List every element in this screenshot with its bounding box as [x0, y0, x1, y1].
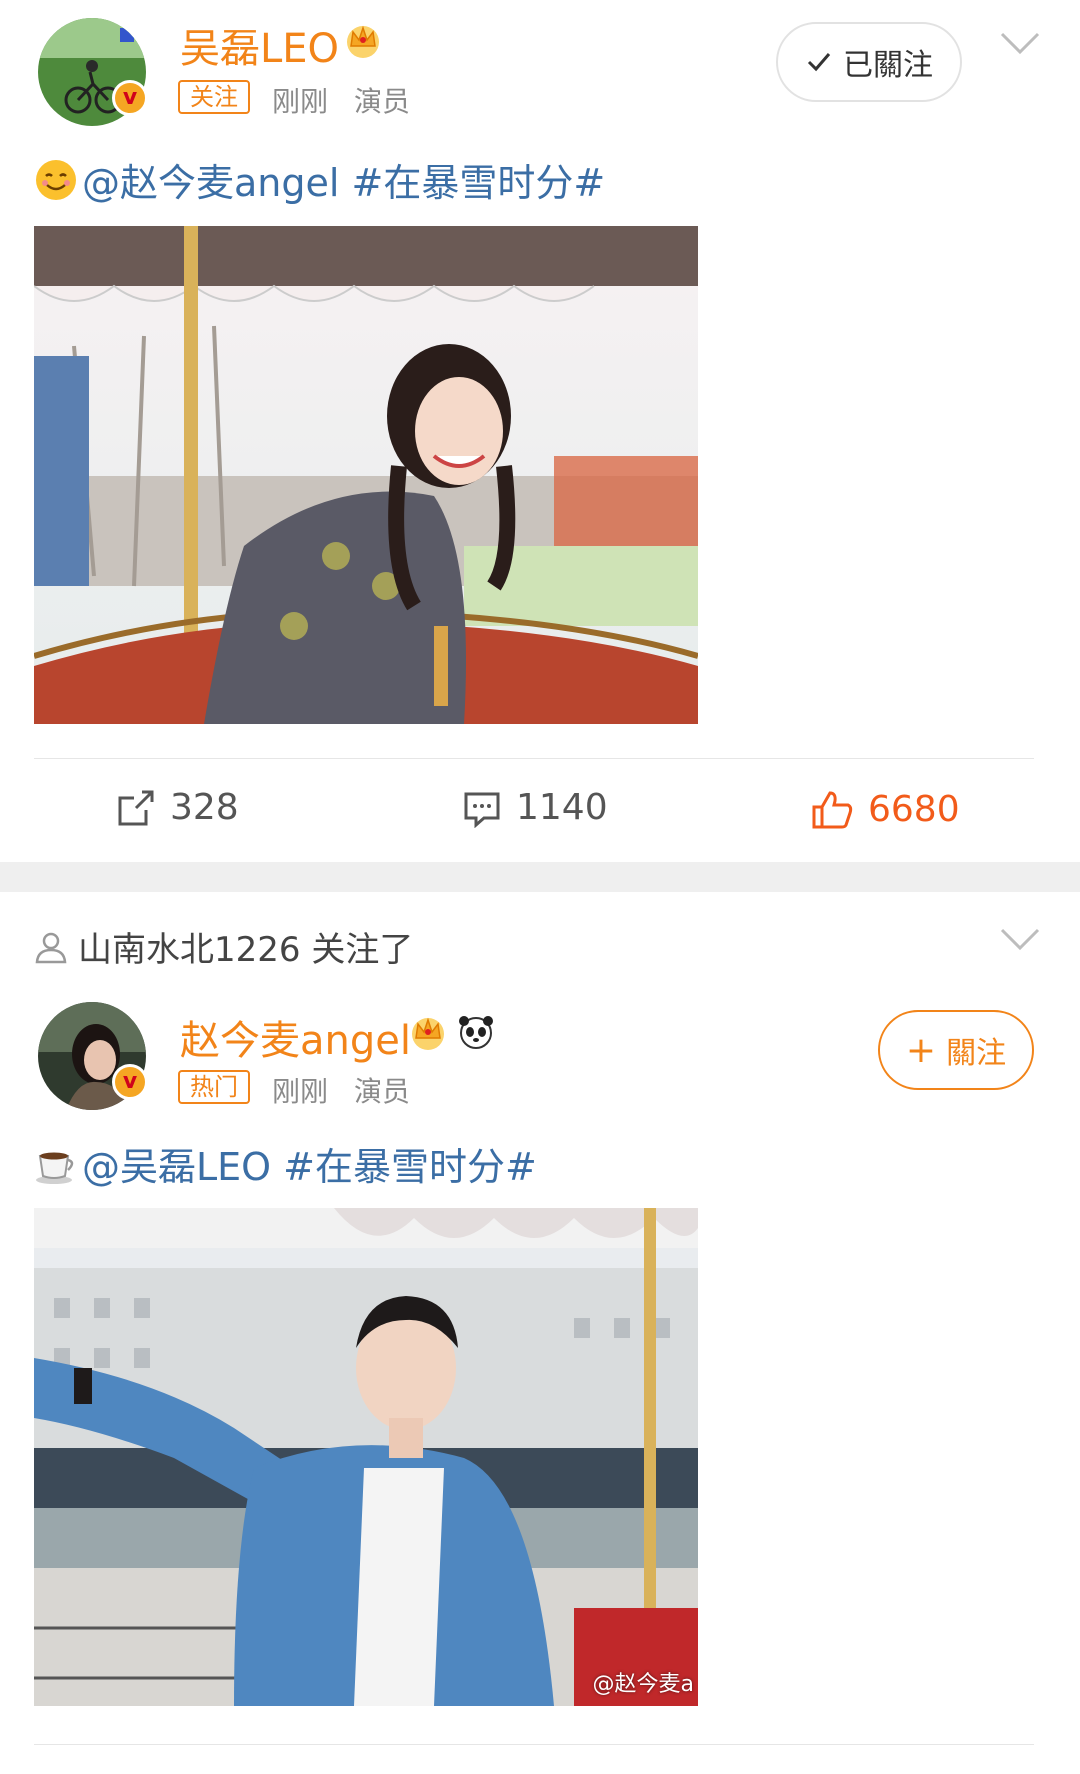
chevron-down-icon[interactable]: [1000, 30, 1040, 58]
comment-count: 1140: [516, 787, 608, 828]
tag-follow: 关注: [178, 80, 250, 114]
follow-notice: 山南水北1226 关注了: [34, 922, 413, 971]
post-divider: [34, 1744, 1034, 1745]
post-photo-carousel-boy[interactable]: @赵今麦a: [34, 1208, 698, 1706]
person-icon: [35, 932, 67, 963]
post-text: @吴磊LEO #在暴雪时分#: [34, 1136, 537, 1191]
weibo-post-1: v 吴磊LEO 关注 刚刚 演员 已關注 @赵今麦angel #在暴雪时分# 3…: [0, 0, 1080, 862]
post-photo-carousel-girl[interactable]: [34, 226, 698, 724]
coffee-cup-emoji-icon: [36, 1152, 74, 1184]
weibo-post-2: 山南水北1226 关注了 v 赵今麦angel 热门 刚刚 演员 + 關注 @吴…: [0, 892, 1080, 1774]
user-role: 演员: [354, 1075, 411, 1108]
verified-v-badge: v: [112, 1064, 148, 1100]
crown-icon: [412, 1017, 444, 1050]
like-button[interactable]: 6680: [810, 787, 960, 831]
post-text-content[interactable]: @吴磊LEO #在暴雪时分#: [82, 1136, 537, 1191]
follow-notice-text[interactable]: 山南水北1226 关注了: [78, 922, 413, 971]
repost-icon: [118, 790, 154, 825]
crown-icon: [347, 25, 379, 58]
username[interactable]: 赵今麦angel: [180, 1008, 411, 1066]
post-text: @赵今麦angel #在暴雪时分#: [34, 152, 605, 207]
follow-label: 關注: [946, 1036, 1007, 1071]
followed-button[interactable]: 已關注: [776, 22, 962, 102]
verified-v-badge: v: [112, 80, 148, 116]
feed-divider: [0, 862, 1080, 892]
comment-button[interactable]: 1140: [462, 787, 608, 828]
chevron-down-icon[interactable]: [1000, 926, 1040, 954]
user-role: 演员: [354, 85, 411, 118]
username[interactable]: 吴磊LEO: [180, 16, 339, 74]
post-time: 刚刚: [272, 85, 329, 118]
followed-label: 已關注: [843, 48, 933, 83]
image-watermark: @赵今麦a: [592, 1672, 694, 1697]
plus-icon: +: [905, 1029, 937, 1071]
thumbs-up-icon: [812, 791, 853, 829]
tag-hot: 热门: [178, 1070, 250, 1104]
comment-icon: [464, 792, 500, 828]
repost-button[interactable]: 328: [116, 787, 239, 828]
post-text-content[interactable]: @赵今麦angel #在暴雪时分#: [82, 152, 605, 207]
action-bar: 328 1140 6680: [34, 758, 1034, 862]
repost-count: 328: [170, 787, 239, 828]
like-count: 6680: [868, 788, 960, 830]
panda-icon: [459, 1016, 493, 1049]
smiling-emoji-icon: [36, 159, 76, 200]
check-icon: [807, 53, 831, 72]
follow-button[interactable]: + 關注: [878, 1010, 1034, 1090]
post-time: 刚刚: [272, 1075, 329, 1108]
